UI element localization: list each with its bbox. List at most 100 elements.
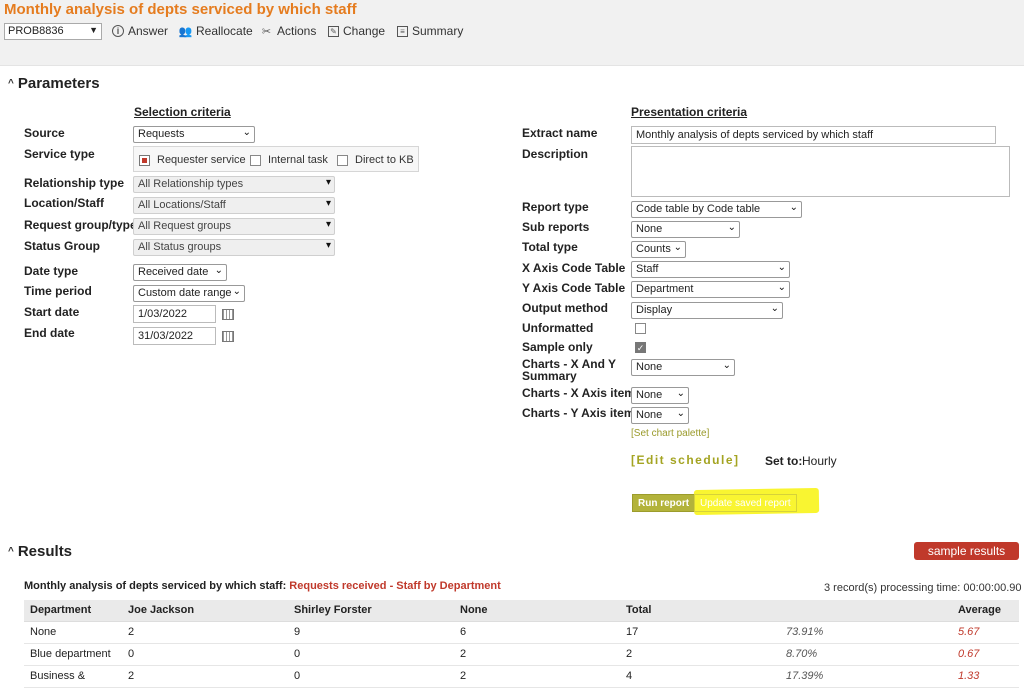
status-group-select[interactable]: All Status groups ▾ [133, 239, 335, 256]
total-type-select[interactable]: Counts ⌄ [631, 241, 686, 258]
start-date-label: Start date [24, 305, 80, 319]
service-option-requester[interactable]: Requester service [139, 154, 246, 166]
charts-xy-label-line2: Summary [522, 369, 577, 383]
report-type-label: Report type [522, 200, 589, 214]
y-axis-label: Y Axis Code Table [522, 281, 626, 295]
sample-only-label: Sample only [522, 340, 593, 354]
location-staff-select[interactable]: All Locations/Staff ▾ [133, 197, 335, 214]
time-period-value: Custom date range [138, 287, 232, 299]
y-axis-value: Department [636, 283, 694, 295]
start-date-input[interactable]: 1/03/2022 [133, 305, 216, 323]
results-toggle[interactable]: ^ Results [8, 543, 72, 560]
table-cell: 2 [620, 643, 780, 666]
service-option-internal[interactable]: Internal task [250, 154, 328, 166]
charts-x-select[interactable]: None ⌄ [631, 387, 689, 404]
request-group-select[interactable]: All Request groups ▾ [133, 218, 335, 235]
users-icon: 👥 [178, 25, 193, 38]
output-method-select[interactable]: Display ⌄ [631, 302, 783, 319]
time-period-select[interactable]: Custom date range ⌄ [133, 285, 245, 302]
presentation-criteria-heading: Presentation criteria [631, 105, 748, 119]
column-header[interactable]: Total [620, 600, 780, 622]
results-table: Department Joe Jackson Shirley Forster N… [24, 600, 1019, 688]
table-cell: 4 [620, 665, 780, 688]
charts-y-value: None [636, 409, 663, 421]
report-meta: 3 record(s) processing time: 00:00:00.90 [824, 582, 1022, 594]
charts-y-select[interactable]: None ⌄ [631, 407, 689, 424]
table-row: Blue department 0 0 2 2 8.70% 0.67 [24, 643, 1019, 666]
report-type-select[interactable]: Code table by Code table ⌄ [631, 201, 802, 218]
unformatted-checkbox[interactable] [635, 323, 646, 334]
column-header[interactable]: None [454, 600, 620, 622]
column-header[interactable]: Department [24, 600, 122, 622]
end-date-input[interactable]: 31/03/2022 [133, 327, 216, 345]
charts-xy-select[interactable]: None ⌄ [631, 359, 735, 376]
charts-y-label: Charts - Y Axis items [522, 406, 642, 420]
reallocate-button[interactable]: 👥 Reallocate [179, 23, 253, 39]
charts-x-value: None [636, 389, 663, 401]
table-cell: 0 [288, 665, 454, 688]
chevron-down-icon: ⌄ [722, 360, 731, 371]
table-cell: 0.67 [952, 643, 1019, 666]
service-option-kb[interactable]: Direct to KB [337, 154, 414, 166]
answer-label: Answer [128, 24, 169, 38]
calendar-icon[interactable] [222, 309, 234, 320]
table-cell: 6 [454, 621, 620, 644]
extract-name-value: Monthly analysis of depts serviced by wh… [636, 129, 874, 141]
table-row: None 2 9 6 17 73.91% 5.67 [24, 621, 1019, 644]
source-select[interactable]: Requests ⌄ [133, 126, 255, 143]
internal-task-checkbox[interactable] [250, 154, 261, 166]
tools-icon: ✂ [261, 25, 272, 38]
chevron-up-icon: ^ [8, 78, 14, 89]
status-group-value: All Status groups [138, 241, 222, 253]
source-label: Source [24, 126, 65, 140]
table-cell: 2 [454, 643, 620, 666]
relationship-type-select[interactable]: All Relationship types ▾ [133, 176, 335, 193]
table-header-row: Department Joe Jackson Shirley Forster N… [24, 600, 1019, 622]
location-staff-label: Location/Staff [24, 196, 104, 210]
x-axis-value: Staff [636, 263, 659, 275]
actions-button[interactable]: ✂ Actions [260, 23, 316, 39]
column-header[interactable]: Average [952, 600, 1019, 622]
chevron-down-icon: ⌄ [214, 265, 223, 276]
column-header[interactable]: Shirley Forster [288, 600, 454, 622]
sample-only-checkbox[interactable]: ✓ [635, 342, 646, 353]
direct-to-kb-checkbox[interactable] [337, 154, 348, 166]
set-chart-palette-link[interactable]: [Set chart palette] [631, 428, 709, 439]
actions-label: Actions [277, 24, 317, 38]
requester-service-checkbox[interactable] [139, 154, 150, 166]
output-method-label: Output method [522, 301, 608, 315]
unformatted-label: Unformatted [522, 321, 594, 335]
sub-reports-select[interactable]: None ⌄ [631, 221, 740, 238]
update-saved-report-button[interactable]: Update saved report [694, 494, 797, 512]
chevron-down-icon: ⌄ [777, 262, 786, 273]
date-type-select[interactable]: Received date ⌄ [133, 264, 227, 281]
description-textarea[interactable] [631, 146, 1010, 197]
charts-xy-value: None [636, 361, 663, 373]
calendar-icon[interactable] [222, 331, 234, 342]
chevron-down-icon: ⌄ [676, 408, 685, 419]
internal-task-label: Internal task [268, 154, 328, 166]
report-title-subtitle: Requests received - Staff by Department [289, 580, 501, 592]
table-cell: 1.33 [952, 665, 1019, 688]
summary-icon: ≡ [397, 25, 408, 37]
change-button[interactable]: ✎ Change [328, 23, 385, 39]
summary-button[interactable]: ≡ Summary [397, 23, 463, 39]
column-header[interactable]: Joe Jackson [122, 600, 288, 622]
x-axis-select[interactable]: Staff ⌄ [631, 261, 790, 278]
edit-icon: ✎ [328, 25, 339, 37]
record-select[interactable]: PROB8836 ▼ [4, 23, 102, 40]
parameters-toggle[interactable]: ^ Parameters [8, 75, 100, 92]
chevron-down-icon: ⌄ [770, 303, 779, 314]
y-axis-select[interactable]: Department ⌄ [631, 281, 790, 298]
table-cell: Blue department [24, 643, 122, 666]
edit-schedule-link[interactable]: [Edit schedule] [631, 453, 740, 467]
change-label: Change [343, 24, 386, 38]
set-to-label: Set to: [765, 454, 803, 468]
reallocate-label: Reallocate [196, 24, 253, 38]
x-axis-label: X Axis Code Table [522, 261, 626, 275]
run-report-button[interactable]: Run report [632, 494, 696, 512]
relationship-type-label: Relationship type [24, 176, 125, 190]
extract-name-input[interactable]: Monthly analysis of depts serviced by wh… [631, 126, 996, 144]
end-date-label: End date [24, 326, 75, 340]
answer-button[interactable]: i Answer [112, 23, 168, 39]
